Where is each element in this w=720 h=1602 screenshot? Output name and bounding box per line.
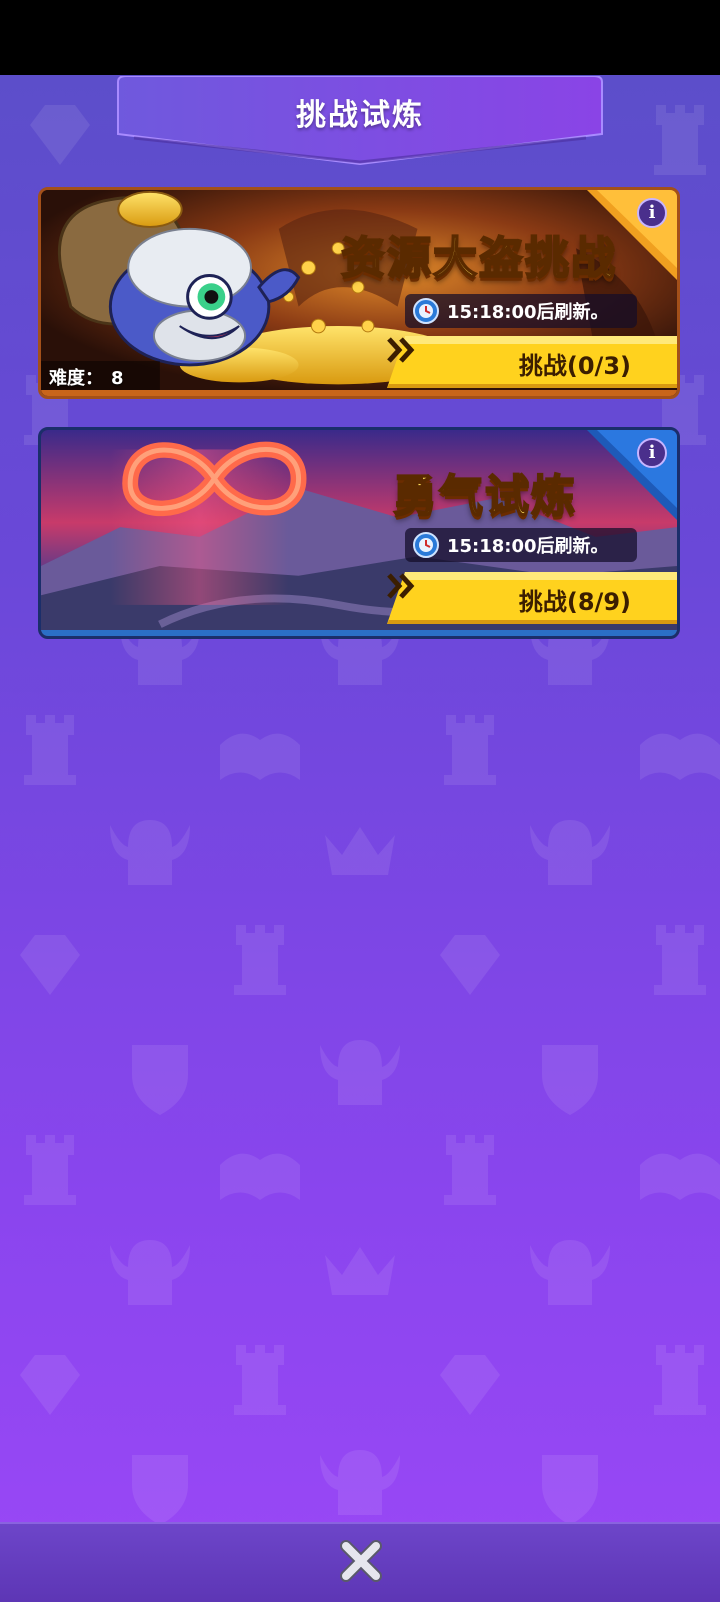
timer-text: 15:18:00后刷新。 [447, 302, 609, 323]
challenge-card-courage-trial[interactable]: i 勇气试炼 15:18:00后刷新。 挑战(8/9) [38, 427, 680, 639]
challenge-button[interactable]: 挑战(0/3) [387, 336, 677, 388]
bottom-bar [0, 1522, 720, 1602]
card-title: 勇气试炼 [392, 470, 577, 523]
difficulty-label: 难度： [49, 368, 103, 389]
difficulty-value: 8 [111, 368, 124, 389]
refresh-timer: 15:18:00后刷新。 [405, 528, 637, 562]
difficulty-indicator: 难度： 8 [49, 364, 124, 390]
clock-icon [413, 532, 439, 558]
page-title: 挑战试炼 [296, 98, 424, 133]
clock-icon [413, 298, 439, 324]
card-title: 资源大盗挑战 [340, 232, 617, 285]
card-edge [41, 630, 677, 636]
timer-text: 15:18:00后刷新。 [447, 536, 609, 557]
double-chevron-right-icon [387, 337, 415, 363]
card-edge [41, 390, 677, 396]
info-icon[interactable]: i [637, 198, 667, 228]
challenge-button[interactable]: 挑战(8/9) [387, 572, 677, 624]
challenge-label: 挑战(0/3) [518, 352, 631, 380]
challenge-label: 挑战(8/9) [518, 588, 631, 616]
close-icon[interactable] [338, 1538, 384, 1584]
challenge-card-resource-thief[interactable]: i 资源大盗挑战 15:18:00后刷新。 挑战(0/3) 难度： 8 [38, 187, 680, 399]
info-icon[interactable]: i [637, 438, 667, 468]
double-chevron-right-icon [387, 573, 415, 599]
refresh-timer: 15:18:00后刷新。 [405, 294, 637, 328]
status-bar [0, 0, 720, 75]
title-banner: 挑战试炼 [114, 76, 606, 166]
